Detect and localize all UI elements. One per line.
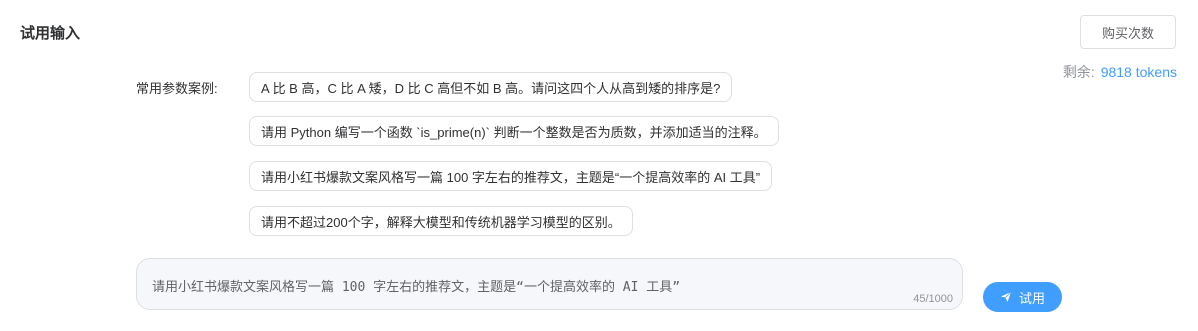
- buy-credits-button[interactable]: 购买次数: [1080, 15, 1176, 49]
- example-chip[interactable]: 请用 Python 编写一个函数 `is_prime(n)` 判断一个整数是否为…: [249, 116, 779, 146]
- remaining-value: 9818 tokens: [1100, 64, 1177, 80]
- section-title: 试用输入: [20, 25, 81, 42]
- prompt-input-text[interactable]: 请用小红书爆款文案风格写一篇 100 字左右的推荐文，主题是“一个提高效率的 A…: [152, 276, 680, 295]
- examples-label: 常用参数案例:: [136, 81, 218, 96]
- try-button-label: 试用: [1018, 290, 1045, 306]
- example-chip[interactable]: A 比 B 高，C 比 A 矮，D 比 C 高但不如 B 高。请问这四个人从高到…: [249, 72, 733, 102]
- example-chip[interactable]: 请用小红书爆款文案风格写一篇 100 字左右的推荐文，主题是“一个提高效率的 A…: [249, 161, 773, 191]
- send-icon: [1000, 291, 1012, 302]
- try-button[interactable]: 试用: [983, 282, 1062, 312]
- char-counter: 45/1000: [913, 293, 953, 305]
- remaining-label: 剩余:: [1062, 64, 1095, 80]
- prompt-input[interactable]: 请用小红书爆款文案风格写一篇 100 字左右的推荐文，主题是“一个提高效率的 A…: [136, 258, 963, 310]
- remaining-tokens: 剩余: 9818 tokens: [1063, 62, 1177, 82]
- example-chip[interactable]: 请用不超过200个字，解释大模型和传统机器学习模型的区别。: [249, 206, 633, 236]
